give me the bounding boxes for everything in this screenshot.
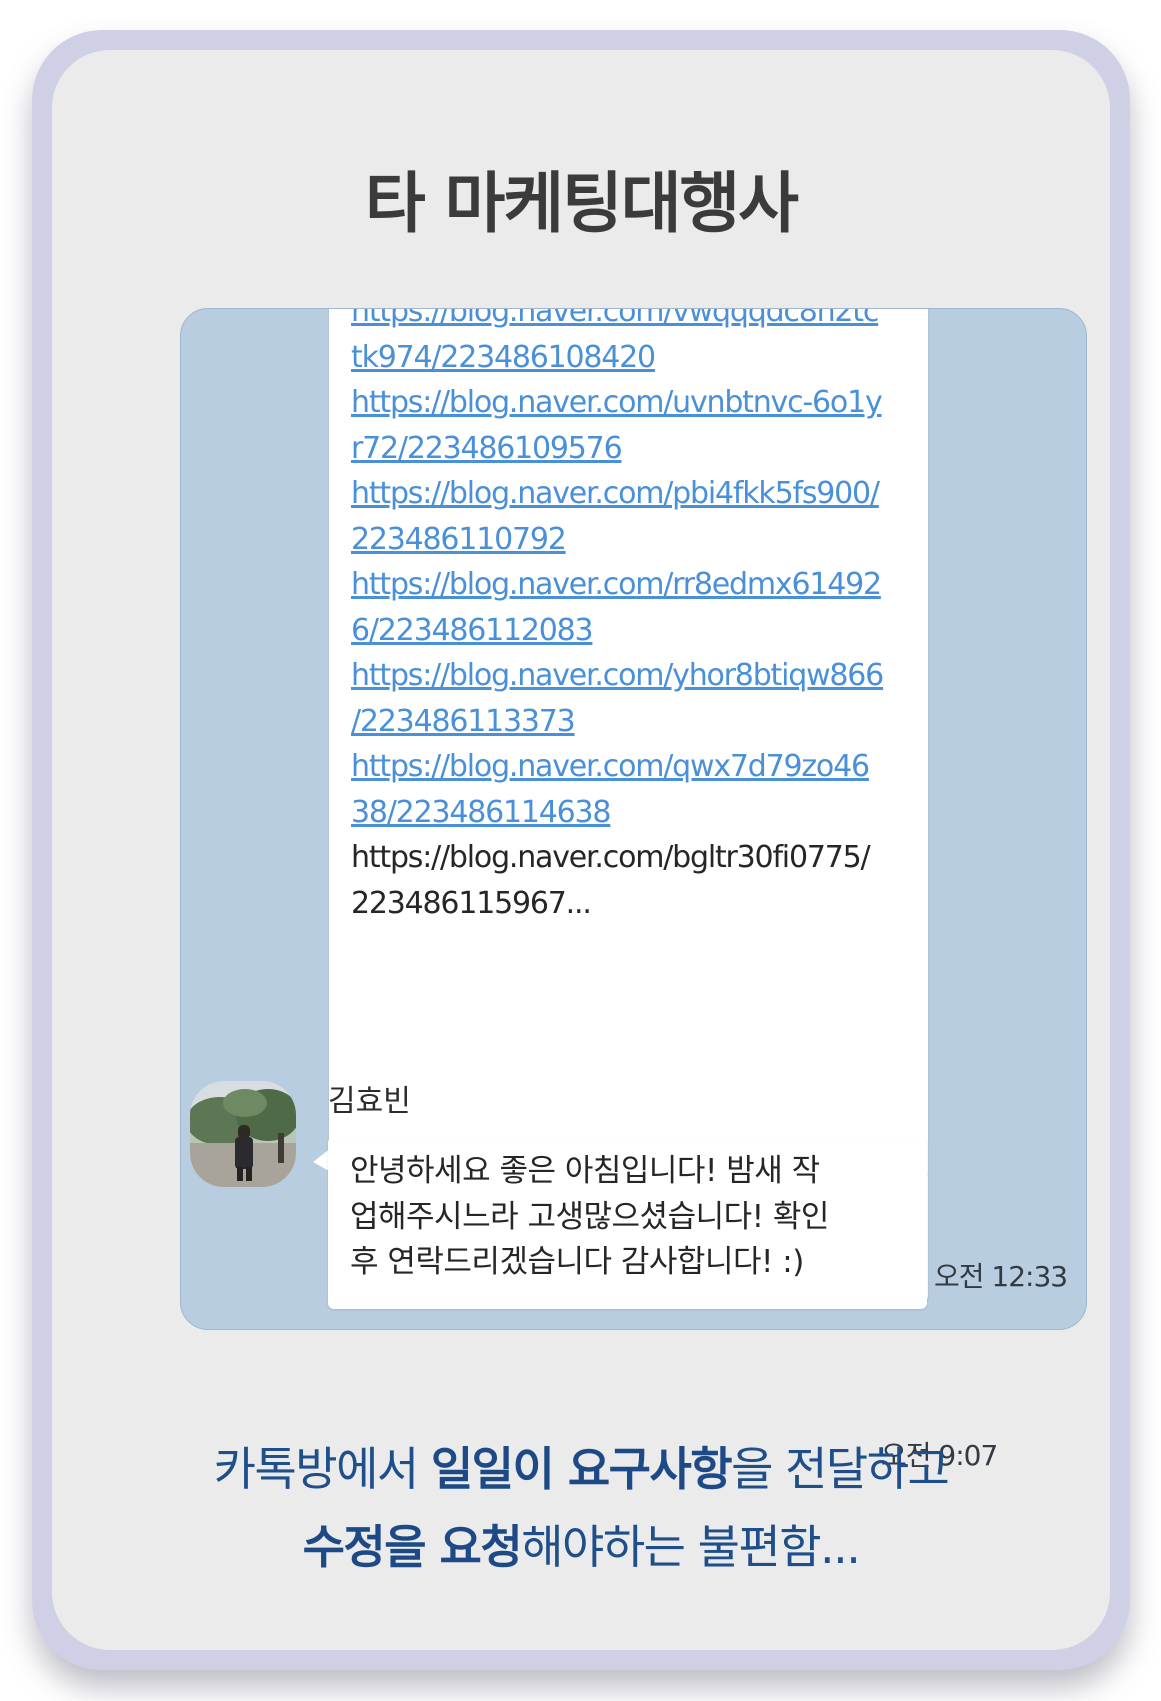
- caption-line-2: 수정을 요청해야하는 불편함...: [52, 1508, 1110, 1586]
- avatar[interactable]: [190, 1081, 296, 1187]
- view-all-label: 전체보기: [351, 1223, 458, 1258]
- link-list: https://blog.naver.com/vwqqqdc8n2tc tk97…: [351, 309, 921, 926]
- caption-text: 카톡방에서: [213, 1442, 431, 1496]
- link-line[interactable]: /223486113373: [351, 699, 921, 745]
- link-line[interactable]: 38/223486114638: [351, 790, 921, 836]
- link-line[interactable]: 6/223486112083: [351, 608, 921, 654]
- card: 타 마케팅대행사 https://blog.naver.com/vwqqqdc8…: [52, 50, 1110, 1650]
- link-line[interactable]: https://blog.naver.com/rr8edmx61492: [351, 562, 921, 608]
- profile-photo-icon: [190, 1081, 296, 1187]
- chevron-right-icon: ›: [894, 1221, 906, 1256]
- truncated-link-line: 223486115967...: [351, 885, 592, 921]
- message-timestamp: 오전 12:33: [934, 1260, 1068, 1293]
- caption-line-1: 카톡방에서 일일이 요구사항을 전달하고: [52, 1430, 1110, 1508]
- link-line[interactable]: https://blog.naver.com/uvnbtnvc-6o1y: [351, 380, 921, 426]
- chat-screenshot: https://blog.naver.com/vwqqqdc8n2tc tk97…: [180, 308, 1087, 1330]
- headline: 타 마케팅대행사: [364, 165, 799, 242]
- caption: 카톡방에서 일일이 요구사항을 전달하고 수정을 요청해야하는 불편함...: [52, 1430, 1110, 1586]
- caption-emphasis: 일일이 요구사항: [430, 1442, 733, 1496]
- link-message-card: https://blog.naver.com/vwqqqdc8n2tc tk97…: [329, 309, 928, 1302]
- caption-text: 을 전달하고: [731, 1442, 950, 1496]
- link-line[interactable]: https://blog.naver.com/qwx7d79zo46: [351, 744, 921, 790]
- caption-emphasis: 수정을 요청: [302, 1520, 523, 1574]
- link-line[interactable]: r72/223486109576: [351, 426, 921, 472]
- caption-text: 해야하는 불편함...: [521, 1520, 861, 1574]
- link-line[interactable]: 223486110792: [351, 517, 921, 563]
- link-line[interactable]: tk974/223486108420: [351, 335, 921, 381]
- view-all-button[interactable]: 전체보기 ›: [329, 1175, 928, 1302]
- link-line[interactable]: https://blog.naver.com/vwqqqdc8n2tc: [351, 309, 921, 335]
- truncated-link-line: https://blog.naver.com/bgltr30fi0775/: [351, 840, 871, 875]
- link-line[interactable]: https://blog.naver.com/yhor8btiqw866: [351, 653, 921, 699]
- link-line[interactable]: https://blog.naver.com/pbi4fkk5fs900/: [351, 471, 921, 517]
